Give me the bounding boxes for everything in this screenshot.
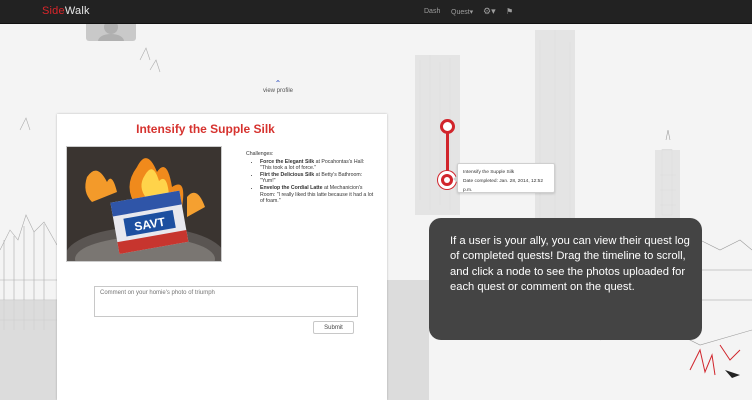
gear-icon[interactable]: ⚙▾ — [483, 6, 496, 17]
quest-photo[interactable]: SAVT — [66, 146, 222, 262]
challenge-place: at Betty's Bathroom: — [314, 171, 363, 178]
challenge-name: Force the Elegant Silk — [260, 158, 315, 165]
challenge-quote: "I really liked this latte because it ha… — [260, 191, 374, 205]
tutorial-hint: If a user is your ally, you can view the… — [429, 218, 702, 340]
quest-title: Intensify the Supple Silk — [136, 122, 275, 136]
nav-quest-dropdown[interactable]: Quest▾ — [451, 8, 473, 16]
challenge-quote: "This took a lot of force." — [260, 165, 317, 172]
challenge-quote: "Yum!" — [260, 178, 276, 185]
quest-card: Intensify the Supple Silk SAVT Challenge… — [57, 114, 387, 400]
chevron-up-icon: ⌃ — [274, 79, 282, 88]
submit-button[interactable]: Submit — [313, 321, 354, 334]
view-profile-label: view profile — [262, 88, 293, 94]
avatar-body — [98, 34, 124, 41]
challenge-name: Flirt the Delicious Silk — [260, 171, 315, 178]
challenge-item: Force the Elegant Silk at Pocahontas's H… — [260, 159, 376, 172]
brand-part1: Side — [42, 5, 65, 17]
challenges-heading: Challenges: — [246, 151, 274, 157]
challenge-item: Envelop the Cordial Latte at Mechanicion… — [260, 185, 376, 205]
avatar-head — [104, 24, 118, 34]
brand-part2: Walk — [64, 5, 90, 17]
challenges-list: Challenges: Force the Elegant Silk at Po… — [246, 151, 376, 205]
brand-logo[interactable]: SideWalk — [42, 5, 90, 17]
nav-dash-link[interactable]: Dash — [424, 8, 440, 15]
challenge-place: at Pocahontas's Hall: — [314, 158, 365, 165]
timeline-node[interactable] — [440, 119, 455, 134]
flag-icon[interactable]: ⚑ — [506, 7, 513, 16]
challenge-name: Envelop the Cordial Latte — [260, 184, 323, 191]
view-profile-link[interactable]: ⌃ view profile — [256, 79, 300, 95]
burning-box-image: SAVT — [67, 147, 221, 261]
avatar[interactable] — [86, 24, 136, 41]
timeline-popup-title: Intensify the Supple Silk — [463, 170, 515, 175]
tutorial-hint-text: If a user is your ally, you can view the… — [450, 235, 690, 294]
top-navbar: SideWalk Dash Quest▾ ⚙▾ ⚑ — [0, 0, 752, 24]
challenge-item: Flirt the Delicious Silk at Betty's Bath… — [260, 172, 376, 185]
comment-input[interactable] — [94, 286, 358, 317]
timeline-popup-date: Date completed: Jan. 28, 2014, 12:52 p.m… — [463, 179, 544, 193]
timeline-popup: Intensify the Supple Silk Date completed… — [453, 163, 555, 193]
